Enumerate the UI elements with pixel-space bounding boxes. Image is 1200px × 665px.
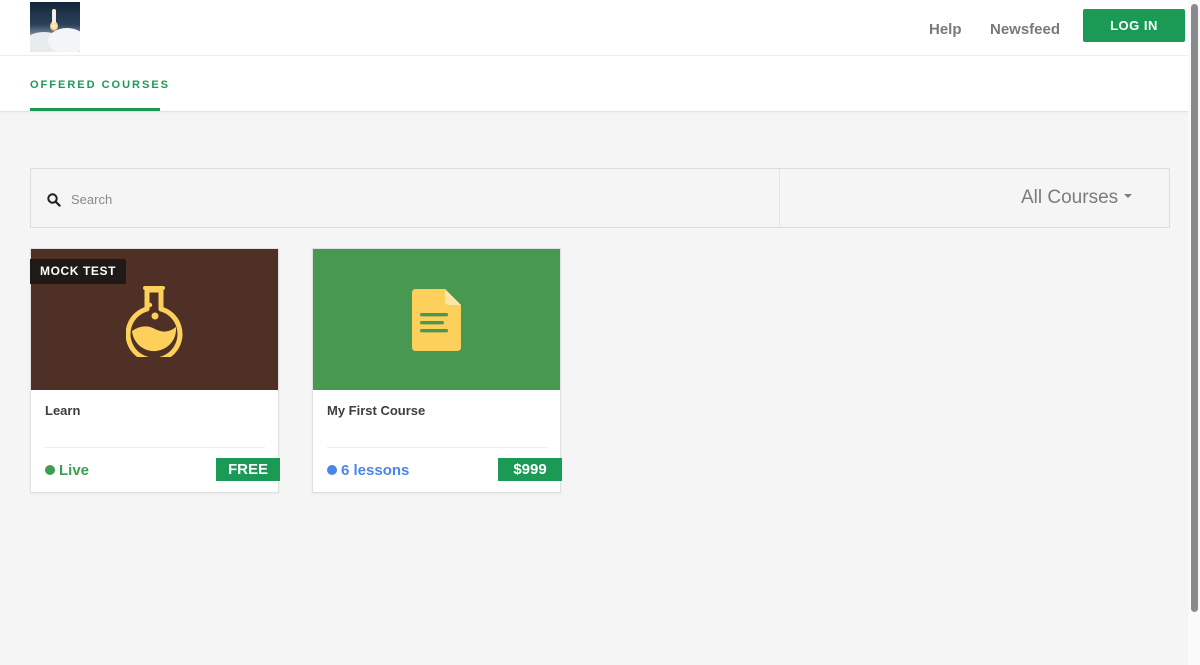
logo-cloud	[48, 28, 80, 52]
caret-down-icon	[1124, 193, 1133, 198]
price-tag: $999	[498, 458, 562, 481]
search-input[interactable]	[71, 184, 761, 214]
course-title[interactable]: Learn	[45, 403, 80, 418]
nav-newsfeed-link[interactable]: Newsfeed	[990, 21, 1060, 38]
nav-help-link[interactable]: Help	[929, 21, 962, 38]
course-status: Live	[45, 462, 89, 479]
active-tab-indicator	[30, 108, 160, 111]
rocket-launch-logo[interactable]	[30, 2, 80, 52]
status-dot	[45, 465, 55, 476]
scrollbar-thumb[interactable]	[1191, 4, 1198, 612]
course-thumbnail[interactable]: MOCK TEST	[30, 249, 278, 390]
course-search-bar: All Courses	[30, 168, 1170, 228]
course-status-label: Live	[59, 462, 90, 479]
filter-label: All Courses	[1021, 187, 1119, 208]
search-icon	[47, 193, 61, 207]
course-thumbnail[interactable]	[313, 249, 560, 390]
course-card[interactable]: MOCK TEST Learn Live FREE	[30, 248, 280, 493]
top-navbar: Help Newsfeed LOG IN	[0, 0, 1188, 56]
course-card[interactable]: My First Course 6 lessons $999	[312, 248, 562, 493]
tab-bar: OFFERED COURSES	[0, 56, 1188, 112]
tab-offered-courses[interactable]: OFFERED COURSES	[30, 79, 170, 91]
course-lessons-label: 6 lessons	[341, 462, 410, 479]
search-box	[31, 169, 780, 227]
price-tag: FREE	[216, 458, 280, 481]
status-dot	[327, 465, 337, 476]
flask-icon	[126, 286, 183, 357]
logo-rocket	[52, 9, 56, 23]
course-filter-dropdown[interactable]: All Courses	[1021, 187, 1133, 209]
card-divider	[45, 447, 265, 448]
course-type-badge: MOCK TEST	[30, 259, 127, 284]
document-icon	[412, 289, 461, 351]
login-button[interactable]: LOG IN	[1083, 9, 1185, 42]
course-title[interactable]: My First Course	[327, 403, 425, 418]
card-divider	[327, 447, 547, 448]
course-lessons-count: 6 lessons	[327, 462, 409, 479]
